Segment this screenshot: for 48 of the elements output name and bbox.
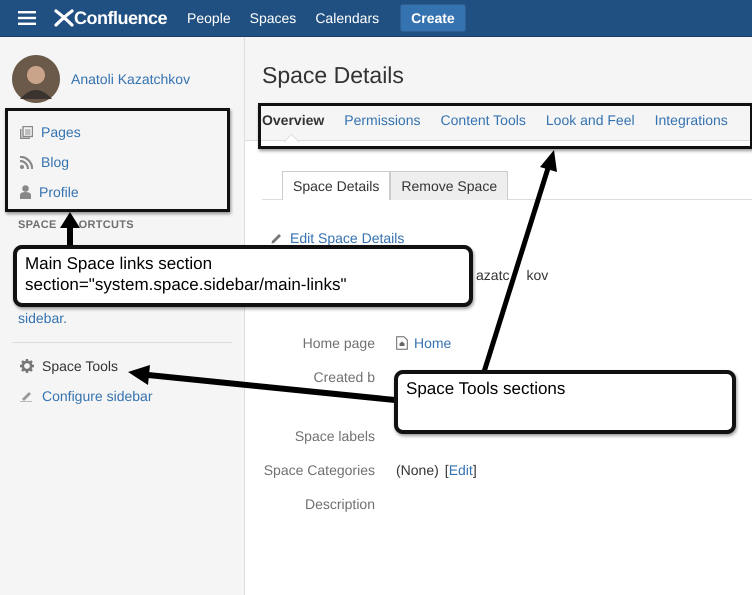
sidebar-item[interactable]: Blog bbox=[20, 147, 244, 177]
field-label: Description bbox=[304, 496, 375, 512]
tab[interactable]: Content Tools bbox=[440, 112, 526, 128]
field-label: Created b bbox=[314, 369, 375, 385]
nav-link[interactable]: People bbox=[187, 10, 231, 26]
home-link[interactable]: Home bbox=[414, 335, 452, 351]
nav-link[interactable]: Spaces bbox=[250, 10, 296, 26]
tab[interactable]: Integrations bbox=[654, 112, 728, 128]
logo-icon bbox=[54, 9, 74, 27]
field-value: kov bbox=[526, 267, 548, 283]
tab[interactable]: Permissions bbox=[344, 112, 421, 128]
person-icon bbox=[20, 185, 31, 199]
tab[interactable]: Space Details bbox=[282, 171, 390, 200]
page-title: Space Details bbox=[262, 62, 405, 90]
field-label: Space labels bbox=[294, 428, 375, 444]
section-heading: ORTCUTS bbox=[78, 219, 134, 231]
sidebar-link[interactable]: sidebar. bbox=[18, 310, 244, 326]
tab[interactable]: Remove Space bbox=[390, 171, 508, 200]
arrow bbox=[60, 212, 80, 246]
menu-icon[interactable] bbox=[18, 11, 36, 25]
edit-link[interactable]: Edit bbox=[448, 462, 473, 478]
pencil-icon bbox=[20, 390, 34, 402]
create-button[interactable]: Create bbox=[400, 4, 466, 32]
pages-icon bbox=[20, 126, 33, 138]
field-value: (None) bbox=[396, 462, 439, 478]
logo-text[interactable]: Confluence bbox=[74, 8, 168, 28]
sidebar-item[interactable]: Profile bbox=[20, 177, 244, 207]
callout-text: Main Space links section bbox=[25, 253, 214, 274]
tab[interactable]: Look and Feel bbox=[546, 112, 635, 128]
bracket: [ bbox=[444, 462, 449, 478]
field-label: Home page bbox=[302, 335, 375, 351]
space-tools-button[interactable]: Space Tools bbox=[12, 351, 244, 381]
home-page-icon bbox=[396, 336, 408, 350]
settings-icon bbox=[20, 359, 34, 373]
rss-icon bbox=[20, 156, 33, 168]
section-heading: SPACE bbox=[18, 219, 57, 231]
callout-text: section="system.space.sidebar/main-links" bbox=[25, 274, 348, 295]
user-name-link[interactable]: Anatoli Kazatchkov bbox=[71, 71, 190, 87]
field-value: azatc bbox=[476, 267, 510, 283]
callout-text: Space Tools sections bbox=[406, 378, 566, 399]
nav-link[interactable]: Calendars bbox=[315, 10, 380, 26]
tab[interactable]: Overview bbox=[262, 112, 324, 128]
field-label: Space Categories bbox=[264, 462, 375, 478]
sidebar-item[interactable]: Pages bbox=[20, 117, 244, 147]
avatar bbox=[12, 55, 60, 103]
sidebar-item[interactable]: Configure sidebar bbox=[12, 381, 244, 411]
edit-link[interactable]: Edit Space Details bbox=[290, 230, 404, 246]
bracket: ] bbox=[472, 462, 477, 478]
